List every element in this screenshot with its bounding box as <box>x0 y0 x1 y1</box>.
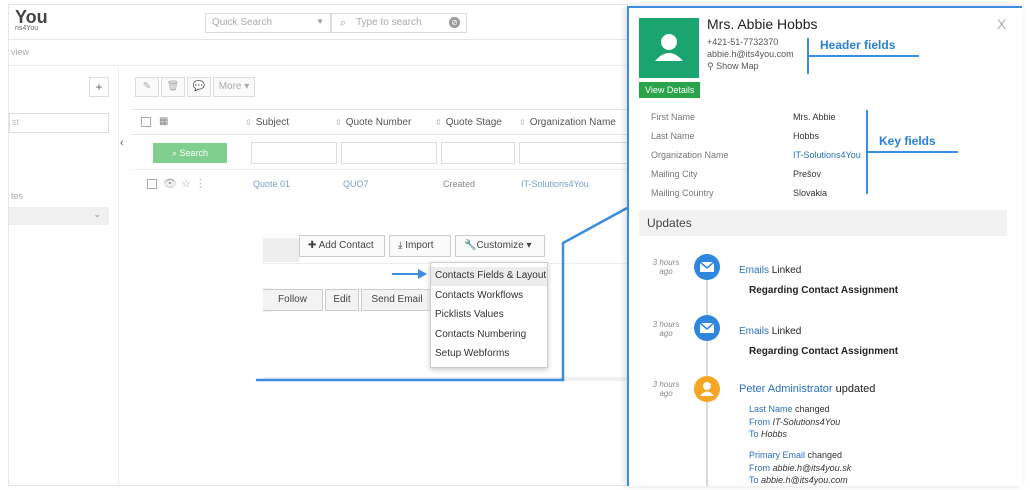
changed-word: changed <box>807 450 843 460</box>
user-icon <box>694 376 720 402</box>
update-action: Linked <box>771 265 802 276</box>
annotation-line <box>809 55 919 57</box>
field-value: Prešov <box>793 169 822 179</box>
annotation-line <box>868 151 958 153</box>
field-label: Mailing City <box>651 169 698 179</box>
from-label: From <box>749 463 770 473</box>
user-icon <box>655 34 683 61</box>
key-fields-annotation: Key fields <box>879 134 936 148</box>
close-icon[interactable]: X <box>997 16 1006 32</box>
email-icon <box>694 254 720 280</box>
field-label: Last Name <box>651 131 695 141</box>
changed-field: Last Name <box>749 404 793 414</box>
change-from: From IT-Solutions4You <box>749 417 840 427</box>
page: You ns4You Quick Search ▼ ⌕ Type to sear… <box>0 0 1030 490</box>
update-link[interactable]: Emails <box>739 326 769 337</box>
updates-header: Updates <box>639 210 1007 236</box>
field-value: Hobbs <box>793 131 820 141</box>
change-to: To Hobbs <box>749 429 787 439</box>
contact-email[interactable]: abbie.h@its4you.com <box>707 49 794 59</box>
to-label: To <box>749 475 759 485</box>
map-marker-icon: ⚲ <box>707 61 714 71</box>
update-heading: Peter Administrator updated <box>739 383 875 395</box>
update-link[interactable]: Emails <box>739 265 769 276</box>
field-label: Mailing Country <box>651 188 714 198</box>
contact-avatar <box>639 18 699 78</box>
from-label: From <box>749 417 770 427</box>
update-detail: Regarding Contact Assignment <box>749 285 899 296</box>
to-value: Hobbs <box>761 429 788 439</box>
update-time: 3 hours ago <box>652 380 680 398</box>
changed-word: changed <box>795 404 830 414</box>
to-label: To <box>749 429 759 439</box>
change-from: From abbie.h@its4you.sk <box>749 463 851 473</box>
email-icon <box>694 315 720 341</box>
update-heading: Emails Linked <box>739 326 801 337</box>
field-label: First Name <box>651 112 696 122</box>
show-map-link[interactable]: ⚲ Show Map <box>707 61 759 72</box>
update-link[interactable]: Peter Administrator <box>739 383 833 395</box>
update-heading: Emails Linked <box>739 265 801 276</box>
update-action: updated <box>835 383 876 395</box>
from-value: abbie.h@its4you.sk <box>772 463 852 473</box>
update-action: Linked <box>771 326 802 337</box>
field-label: Organization Name <box>651 150 729 160</box>
header-fields-annotation: Header fields <box>820 38 896 52</box>
contact-detail-panel: Mrs. Abbie Hobbs +421-51-7732370 abbie.h… <box>627 6 1022 486</box>
field-value-link[interactable]: IT-Solutions4You <box>793 150 861 160</box>
change-to: To abbie.h@its4you.com <box>749 475 848 485</box>
contact-name: Mrs. Abbie Hobbs <box>707 16 818 32</box>
field-value: Slovakia <box>793 188 828 198</box>
field-value: Mrs. Abbie <box>793 112 836 122</box>
to-value: abbie.h@its4you.com <box>761 475 848 485</box>
change-line: Primary Email changed <box>749 450 842 460</box>
show-map-label: Show Map <box>716 61 759 71</box>
update-time: 3 hours ago <box>652 258 680 276</box>
view-details-button[interactable]: View Details <box>639 82 701 98</box>
changed-field: Primary Email <box>749 450 806 460</box>
timeline-line <box>706 256 708 486</box>
update-time: 3 hours ago <box>652 320 680 338</box>
contact-phone[interactable]: +421-51-7732370 <box>707 37 778 47</box>
change-line: Last Name changed <box>749 404 830 414</box>
from-value: IT-Solutions4You <box>772 417 841 427</box>
update-detail: Regarding Contact Assignment <box>749 346 899 357</box>
